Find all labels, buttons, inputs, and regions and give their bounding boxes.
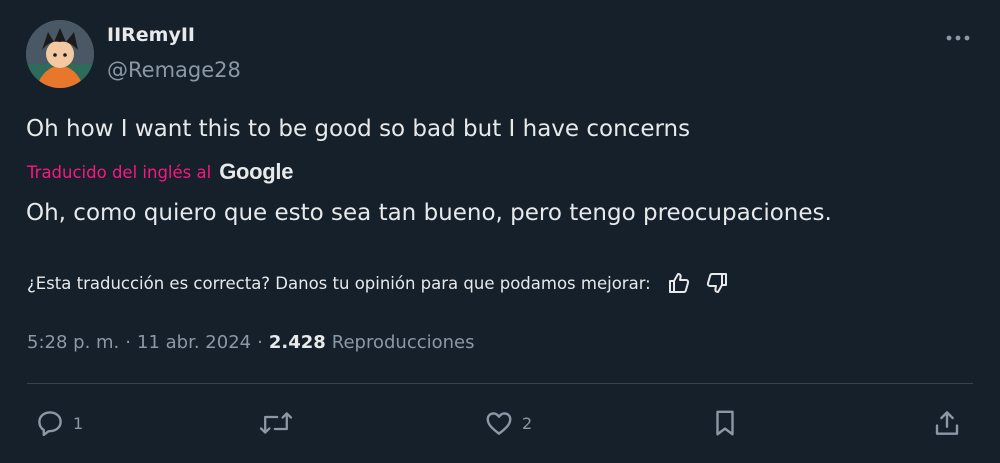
- repost-icon: [259, 412, 293, 434]
- reply-icon: [38, 411, 62, 437]
- more-options-button[interactable]: [943, 28, 973, 48]
- divider: [27, 383, 973, 384]
- avatar-image: [26, 20, 94, 88]
- views-label: Reproducciones: [331, 331, 475, 353]
- google-logo: Google: [219, 159, 294, 184]
- tweet-date[interactable]: 11 abr. 2024: [137, 332, 251, 353]
- share-icon: [935, 411, 959, 435]
- share-button[interactable]: [932, 406, 962, 440]
- translated-text: Oh, como quiero que esto sea tan bueno, …: [26, 200, 832, 226]
- tweet-meta: 5:28 p. m. · 11 abr. 2024 · 2.428 Reprod…: [27, 328, 475, 356]
- bookmark-button[interactable]: [710, 406, 740, 440]
- meta-separator: ·: [257, 331, 263, 353]
- translation-feedback: ¿Esta traducción es correcta? Danos tu o…: [27, 268, 731, 298]
- thumbs-down-button[interactable]: [703, 269, 731, 297]
- heart-icon: [486, 412, 512, 435]
- user-handle[interactable]: @Remage28: [107, 58, 241, 82]
- repost-button[interactable]: [258, 406, 294, 440]
- feedback-prompt: ¿Esta traducción es correcta? Danos tu o…: [27, 273, 651, 293]
- tweet-text: Oh how I want this to be good so bad but…: [26, 116, 691, 142]
- tweet-time[interactable]: 5:28 p. m.: [27, 332, 119, 353]
- reply-count: 1: [73, 413, 84, 433]
- translation-attribution: Traducido del inglés al Google: [27, 158, 293, 186]
- display-name[interactable]: IIRemyII: [107, 24, 195, 46]
- thumbs-up-button[interactable]: [665, 269, 693, 297]
- bookmark-icon: [716, 410, 734, 436]
- avatar[interactable]: [26, 20, 94, 88]
- like-button[interactable]: 2: [484, 406, 532, 440]
- more-dots-icon: [946, 35, 970, 41]
- meta-separator: ·: [125, 331, 132, 353]
- thumbs-down-icon: [706, 273, 727, 293]
- reply-button[interactable]: 1: [35, 406, 83, 440]
- views-count: 2.428: [268, 331, 326, 353]
- like-count: 2: [522, 413, 533, 433]
- translation-label: Traducido del inglés al: [27, 162, 212, 182]
- thumbs-up-icon: [668, 273, 689, 293]
